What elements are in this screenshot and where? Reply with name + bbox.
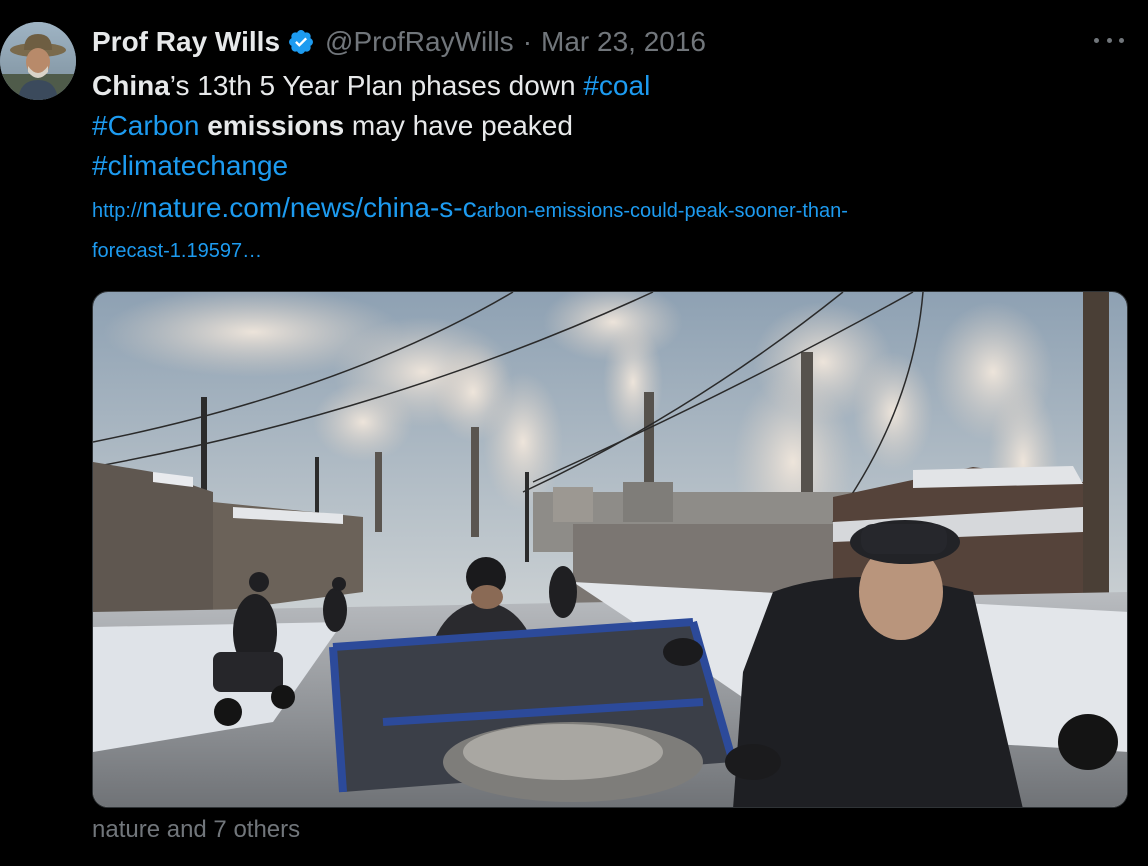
media-tags[interactable]: nature and 7 others [92, 816, 300, 844]
bold-word-emissions: emissions [207, 110, 345, 141]
person-photo-icon [0, 22, 76, 100]
dot-icon [1119, 37, 1124, 43]
tweet-text: China’s 13th 5 Year Plan phases down #co… [92, 66, 1092, 271]
separator-dot: · [522, 26, 533, 57]
dot-icon [1106, 37, 1112, 43]
article-link[interactable]: http://nature.com/news/china-s-carbon-em… [92, 188, 1092, 271]
hashtag-climatechange[interactable]: #climatechange [92, 150, 288, 181]
hashtag-coal[interactable]: #coal [583, 70, 650, 101]
tweet-header: Prof Ray Wills @ProfRayWills · Mar 23, 2… [92, 24, 706, 60]
dot-icon [1094, 37, 1099, 43]
tweet-line-3: #climatechange [92, 146, 1092, 186]
tweet-line-2: #Carbon emissions may have peaked [92, 106, 1092, 146]
hashtag-carbon[interactable]: #Carbon [92, 110, 199, 141]
bold-word-china: China [92, 70, 170, 101]
user-handle[interactable]: @ProfRayWills [325, 26, 514, 58]
link-path-line2: forecast-1.19597… [92, 240, 263, 262]
tweet-date[interactable]: Mar 23, 2016 [541, 26, 706, 58]
display-name[interactable]: Prof Ray Wills [92, 26, 280, 58]
link-path-rest: arbon-emissions-could-peak-sooner-than- [476, 200, 848, 222]
link-prefix: http:// [92, 200, 143, 222]
tweet-text-segment: ’s 13th 5 Year Plan phases down [169, 70, 584, 101]
more-options-button[interactable] [1094, 28, 1124, 52]
link-domain-path: nature.com/news/china-s-c [142, 192, 477, 223]
tweet-text-segment: may have peaked [344, 110, 573, 141]
tweet-line-1: China’s 13th 5 Year Plan phases down #co… [92, 66, 1092, 106]
tweet-card[interactable]: Prof Ray Wills @ProfRayWills · Mar 23, 2… [0, 0, 1148, 866]
coal-plant-photo-icon [93, 292, 1127, 807]
verified-badge-icon[interactable] [287, 28, 315, 56]
avatar[interactable] [0, 22, 76, 100]
tweet-photo[interactable] [92, 291, 1128, 808]
